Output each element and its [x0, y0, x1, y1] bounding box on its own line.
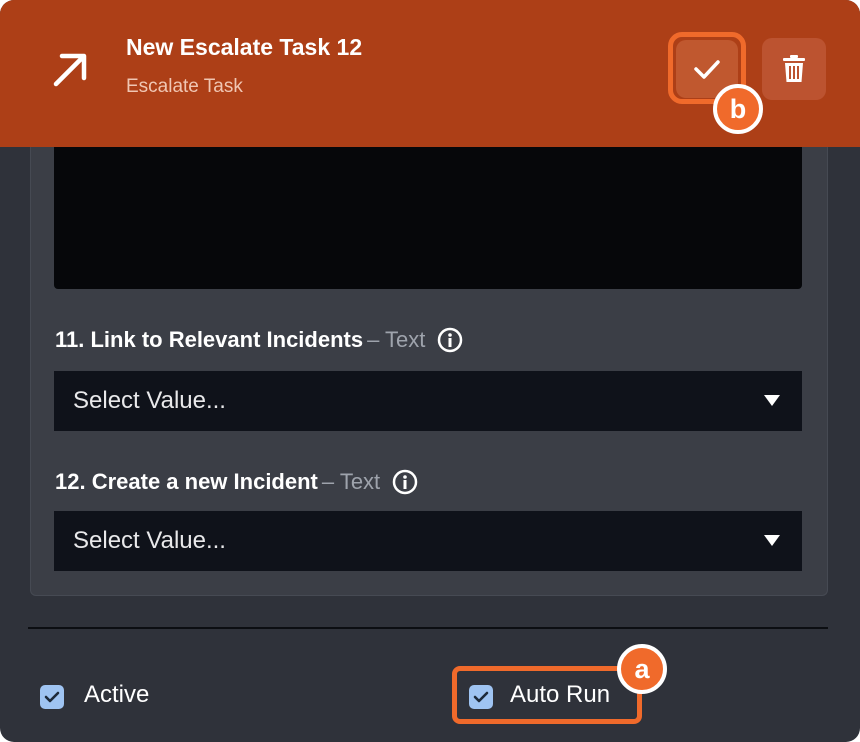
active-checkbox[interactable] [40, 685, 64, 709]
autorun-highlight-frame [452, 666, 642, 724]
annotation-badge-b: b [713, 84, 763, 134]
annotation-badge-a: a [617, 644, 667, 694]
field-11-title: 11. Link to Relevant Incidents [55, 327, 364, 352]
dropdown-arrow-icon [764, 535, 780, 546]
task-title: New Escalate Task 12 [126, 34, 363, 60]
field-11-select[interactable]: Select Value... [54, 371, 802, 431]
task-panel: New Escalate Task 12 Escalate Task 11. L… [0, 0, 860, 742]
info-icon[interactable] [392, 469, 418, 495]
trash-icon [783, 55, 805, 82]
active-label[interactable]: Active [84, 681, 149, 709]
field-11-type: – Text [367, 327, 426, 352]
editor-area[interactable] [54, 147, 802, 289]
field-12-title: 12. Create a new Incident [55, 469, 318, 494]
arrow-up-right-icon [53, 53, 87, 87]
field-11-select-value: Select Value... [73, 387, 226, 414]
dropdown-arrow-icon [764, 395, 780, 406]
task-subtitle: Escalate Task [126, 76, 243, 97]
field-11-label: 11. Link to Relevant Incidents – Text [55, 327, 463, 353]
field-12-select[interactable]: Select Value... [54, 511, 802, 571]
checkmark-icon [44, 691, 60, 703]
field-12-select-value: Select Value... [73, 527, 226, 554]
info-icon[interactable] [437, 327, 463, 353]
footer-divider [28, 627, 828, 629]
field-12-type: – Text [321, 469, 381, 494]
delete-button[interactable] [762, 38, 826, 100]
field-12-label: 12. Create a new Incident – Text [55, 469, 418, 495]
